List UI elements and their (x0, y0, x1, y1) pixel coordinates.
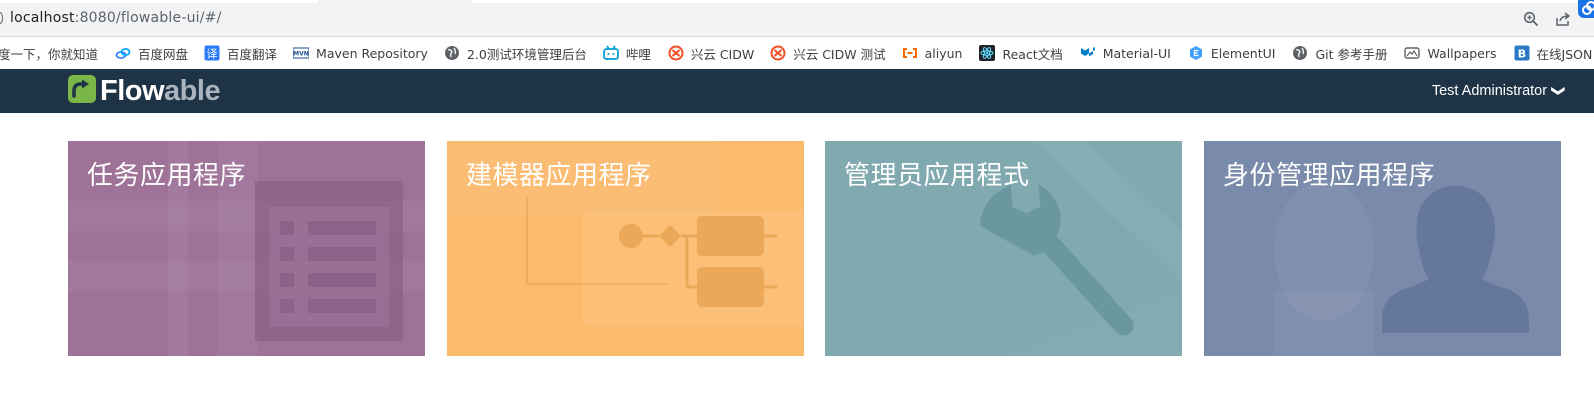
bookmark-label: 哔哩 (625, 46, 651, 62)
bookmark-element-ui[interactable]: ElementUI (1188, 37, 1276, 69)
aliyun-icon (902, 45, 918, 61)
flowable-navbar: Flowable Test Administrator ❯ (0, 69, 1594, 113)
bookmark-cidw-test[interactable]: 兴云 CIDW 测试 (770, 37, 886, 69)
tile-title: 身份管理应用程序 (1223, 161, 1436, 191)
chevron-down-icon: ❯ (1551, 85, 1567, 97)
bookmark-label: Material-UI (1102, 45, 1171, 61)
bookmark-cidw[interactable]: 兴云 CIDW (668, 37, 754, 69)
bookmark-bilibili[interactable]: 哔哩 (602, 37, 651, 69)
logo-text-flow: Flow (100, 74, 165, 107)
bookmark-online-json[interactable]: B 在线JSON (1514, 37, 1593, 69)
element-ui-icon (1188, 45, 1204, 61)
tile-modeler-app[interactable]: 建模器应用程序 (447, 141, 804, 356)
bookmark-react[interactable]: React文档 (979, 37, 1063, 69)
bookmark-label: ElementUI (1210, 45, 1276, 61)
maven-icon: MVN (293, 45, 310, 61)
bookmark-wallpapers[interactable]: Wallpapers (1404, 37, 1497, 69)
url-host: localhost (10, 10, 75, 26)
cidw-icon (770, 45, 786, 61)
zoom-icon[interactable] (1522, 10, 1540, 28)
tile-task-app[interactable]: 任务应用程序 (68, 141, 425, 356)
svg-text:B: B (1517, 48, 1525, 61)
bookmark-test-admin[interactable]: 2.0测试环境管理后台 (444, 37, 587, 69)
svg-text:MVN: MVN (293, 51, 309, 58)
logo-text-able: able (164, 74, 221, 107)
user-name: Test Administrator (1431, 83, 1548, 99)
bookmark-baidu-translate[interactable]: 译 百度翻译 (204, 37, 277, 69)
bookmark-label: 2.0测试环境管理后台 (466, 46, 587, 62)
flowable-logo[interactable]: Flowable (68, 74, 221, 108)
bookmarks-bar: 度一下，你就知道 百度网盘 译 百度翻译 MVN Maven Repositor… (0, 37, 1594, 69)
wallpapers-icon (1404, 45, 1421, 61)
url-field[interactable]: localhost:8080/flowable-ui/#/ (10, 10, 222, 26)
flowable-logo-text: Flowable (100, 74, 221, 108)
tile-admin-app[interactable]: 管理员应用程式 (825, 141, 1182, 356)
tab-strip-edge (472, 0, 1594, 3)
bookmark-maven[interactable]: MVN Maven Repository (293, 37, 428, 69)
flowable-logo-icon (68, 75, 96, 107)
address-bar-actions (1522, 0, 1594, 37)
globe-icon (444, 45, 460, 61)
bookmark-label: 百度翻译 (227, 46, 278, 62)
bookmark-baidu[interactable]: 度一下，你就知道 (0, 37, 98, 69)
globe-icon (1292, 45, 1308, 61)
bookmark-label: Git 参考手册 (1315, 46, 1388, 62)
bookmark-label: 兴云 CIDW (690, 46, 755, 62)
bookmark-material-ui[interactable]: Material-UI (1080, 37, 1171, 69)
bookmark-label: Maven Repository (316, 45, 428, 61)
share-icon[interactable] (1554, 10, 1572, 28)
active-tab-edge (0, 0, 318, 3)
tile-title: 建模器应用程序 (466, 161, 652, 191)
bookmark-label: 度一下，你就知道 (0, 46, 99, 62)
react-icon (979, 45, 996, 61)
bookmark-git-reference[interactable]: Git 参考手册 (1292, 37, 1387, 69)
bookmark-label: aliyun (924, 45, 963, 61)
bookmark-label: Wallpapers (1427, 45, 1497, 61)
bookmark-label: 在线JSON (1536, 46, 1593, 62)
browser-address-bar: localhost:8080/flowable-ui/#/ (0, 0, 1594, 37)
baidu-netdisk-icon (115, 45, 131, 61)
tile-title: 任务应用程序 (87, 161, 247, 191)
bilibili-icon (602, 45, 619, 61)
user-menu-dropdown[interactable]: Test Administrator ❯ (1431, 69, 1567, 113)
cidw-icon (668, 45, 684, 61)
tile-identity-management-app[interactable]: 身份管理应用程序 (1204, 141, 1561, 356)
bookmark-baidu-netdisk[interactable]: 百度网盘 (115, 37, 188, 69)
extension-icon[interactable] (1578, 0, 1594, 18)
url-path: :8080/flowable-ui/#/ (74, 10, 222, 26)
json-icon: B (1514, 45, 1530, 61)
site-info-icon[interactable] (0, 12, 3, 24)
bookmark-label: 百度网盘 (138, 46, 189, 62)
bookmark-label: 兴云 CIDW 测试 (793, 46, 886, 62)
material-ui-icon (1080, 45, 1096, 61)
baidu-translate-icon: 译 (204, 45, 220, 61)
svg-text:译: 译 (207, 48, 218, 61)
bookmark-label: React文档 (1002, 46, 1063, 62)
tile-title: 管理员应用程式 (844, 161, 1030, 191)
bookmark-aliyun[interactable]: aliyun (902, 37, 963, 69)
